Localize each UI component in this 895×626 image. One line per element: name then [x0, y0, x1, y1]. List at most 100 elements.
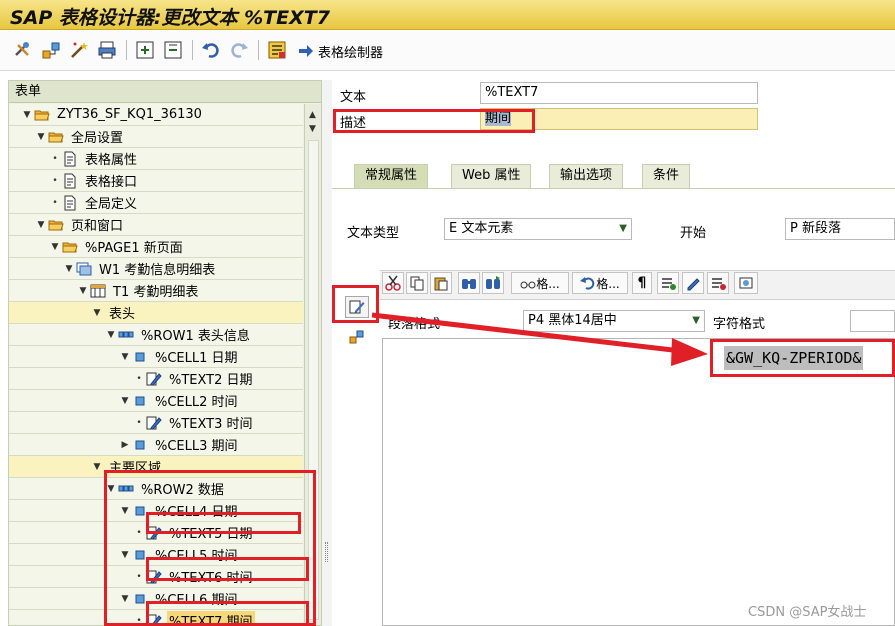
tab-output-options[interactable]: 输出选项 [549, 164, 624, 188]
leaf-bullet-icon: • [136, 571, 142, 582]
magic-wand-icon[interactable] [68, 39, 90, 61]
splitter-grip[interactable] [325, 542, 328, 562]
tab-conditions[interactable]: 条件 [642, 164, 691, 188]
hierarchy-icon[interactable] [40, 39, 62, 61]
tab-web-attributes[interactable]: Web 属性 [451, 164, 532, 188]
insert-field-label: 格... [536, 276, 560, 291]
tree-node[interactable]: ▼ 表头 [9, 302, 303, 324]
text-type-select[interactable]: E 文本元素 ▼ [444, 218, 632, 240]
tree-node[interactable]: • %TEXT5 日期 [9, 522, 303, 544]
tree-node[interactable]: ▼ %PAGE1 新页面 [9, 236, 303, 258]
print-preview-small-icon[interactable] [734, 272, 758, 294]
expand-toggle-icon[interactable]: ▼ [91, 302, 103, 324]
expand-toggle-icon[interactable]: ▼ [119, 544, 131, 566]
field-list-icon[interactable] [266, 39, 288, 61]
cut-icon[interactable] [382, 272, 404, 294]
tree-node[interactable]: ▼ %CELL6 期间 [9, 588, 303, 610]
redo-icon[interactable] [228, 39, 250, 61]
tree-node[interactable]: ▼ 主要区域 [9, 456, 303, 478]
tools-icon[interactable] [12, 39, 34, 61]
toolbar-separator [126, 40, 127, 60]
tree-node[interactable]: ▼ 页和窗口 [9, 214, 303, 236]
form-painter-label: 表格绘制器 [318, 45, 384, 61]
find-icon[interactable] [458, 272, 480, 294]
character-format-select[interactable] [850, 310, 895, 332]
tab-general-attributes[interactable]: 常规属性 [354, 164, 429, 188]
scroll-thumb[interactable] [308, 140, 319, 620]
expand-icon[interactable] [134, 39, 156, 61]
text-type-label: 文本类型 [347, 226, 400, 241]
expand-toggle-icon[interactable]: ▼ [63, 258, 75, 280]
tree-node[interactable]: ▶ %CELL3 期间 [9, 434, 303, 456]
paragraph-format-select[interactable]: P4 黑体14居中 ▼ [523, 310, 705, 332]
tree-node[interactable]: • 表格属性 [9, 148, 303, 170]
tree-node-label: %PAGE1 新页面 [85, 241, 183, 256]
panel-splitter[interactable] [322, 80, 332, 626]
expand-toggle-icon[interactable]: ▼ [119, 346, 131, 368]
tree-node[interactable]: ▼ %CELL2 时间 [9, 390, 303, 412]
tree-node[interactable]: ▼ T1 考勤明细表 [9, 280, 303, 302]
dropdown-arrow-icon[interactable]: ▼ [692, 311, 700, 331]
text-editor-area[interactable] [382, 338, 895, 626]
expand-toggle-icon[interactable]: ▼ [119, 588, 131, 610]
expand-toggle-icon[interactable]: ▼ [105, 478, 117, 500]
find-next-icon[interactable] [482, 272, 504, 294]
hierarchy-small-icon[interactable] [345, 326, 369, 348]
toolbar-separator [258, 40, 259, 60]
tree-node-label: T1 考勤明细表 [113, 285, 199, 300]
tree-node[interactable]: ▼ 全局设置 [9, 126, 303, 148]
insert-field-button[interactable]: 格... [511, 272, 569, 294]
tree-node-label: %ROW1 表头信息 [141, 329, 250, 344]
tree-node[interactable]: ▼ ZYT36_SF_KQ1_36130 [9, 104, 303, 126]
expand-toggle-icon[interactable]: ▶ [119, 434, 131, 456]
description-value: 期间 [485, 111, 512, 126]
print-preview-icon[interactable] [96, 39, 118, 61]
form-painter-button[interactable]: 表格绘制器 [298, 40, 383, 62]
tree-node[interactable]: • %TEXT6 时间 [9, 566, 303, 588]
expand-toggle-icon[interactable]: ▼ [119, 390, 131, 412]
expand-toggle-icon[interactable]: ▼ [21, 104, 33, 126]
tree-node[interactable]: ▼ %ROW2 数据 [9, 478, 303, 500]
tree-node[interactable]: ▼ %CELL5 时间 [9, 544, 303, 566]
text-name-field[interactable]: %TEXT7 [480, 82, 758, 104]
leaf-bullet-icon: • [52, 153, 58, 164]
tree-node[interactable]: ▼ W1 考勤信息明细表 [9, 258, 303, 280]
tree-node[interactable]: • %TEXT3 时间 [9, 412, 303, 434]
tree-node[interactable]: ▼ %CELL1 日期 [9, 346, 303, 368]
expand-toggle-icon[interactable]: ▼ [91, 456, 103, 478]
tree-node[interactable]: • 全局定义 [9, 192, 303, 214]
scroll-down-icon[interactable]: ▼ [309, 124, 316, 134]
copy-icon[interactable] [406, 272, 428, 294]
leaf-bullet-icon: • [52, 175, 58, 186]
expand-toggle-icon[interactable]: ▼ [77, 280, 89, 302]
expand-toggle-icon[interactable]: ▼ [119, 500, 131, 522]
tree-node[interactable]: ▼ %CELL4 日期 [9, 500, 303, 522]
start-select[interactable]: P 新段落 [785, 218, 895, 240]
tree-node-label: %CELL6 期间 [155, 593, 238, 608]
expand-toggle-icon[interactable]: ▼ [35, 214, 47, 236]
format-undo-button[interactable]: 格... [572, 272, 628, 294]
collapse-icon[interactable] [162, 39, 184, 61]
tree-node[interactable]: • %TEXT2 日期 [9, 368, 303, 390]
delete-line-icon[interactable] [707, 272, 729, 294]
text-editor-toggle-button[interactable] [345, 296, 369, 318]
undo-icon[interactable] [200, 39, 222, 61]
pencil-icon[interactable] [682, 272, 704, 294]
paragraph-mark-button[interactable]: ¶ [632, 272, 652, 294]
scroll-up-icon[interactable]: ▲ [309, 110, 316, 120]
editor-field-variable[interactable]: &GW_KQ-ZPERIOD& [724, 346, 864, 370]
insert-line-icon[interactable] [657, 272, 679, 294]
expand-toggle-icon[interactable]: ▼ [49, 236, 61, 258]
tree-body: ▼ ZYT36_SF_KQ1_36130 ▼ 全局设置 • 表格属性 • 表格接口 • 全局定义 ▼… [9, 104, 303, 625]
expand-toggle-icon[interactable]: ▼ [105, 324, 117, 346]
expand-toggle-icon[interactable]: ▼ [35, 126, 47, 148]
paste-icon[interactable] [430, 272, 452, 294]
watermark: CSDN @SAP女战士 [748, 605, 867, 620]
tree-node[interactable]: • 表格接口 [9, 170, 303, 192]
tree-node[interactable]: • %TEXT7 期间 [9, 610, 303, 625]
tree-node[interactable]: ▼ %ROW1 表头信息 [9, 324, 303, 346]
dropdown-arrow-icon[interactable]: ▼ [619, 219, 627, 239]
tree-node-label: %CELL1 日期 [155, 351, 238, 366]
tree-scrollbar[interactable]: ▲ ▼ [304, 104, 321, 625]
description-field[interactable]: 期间 [480, 108, 758, 130]
